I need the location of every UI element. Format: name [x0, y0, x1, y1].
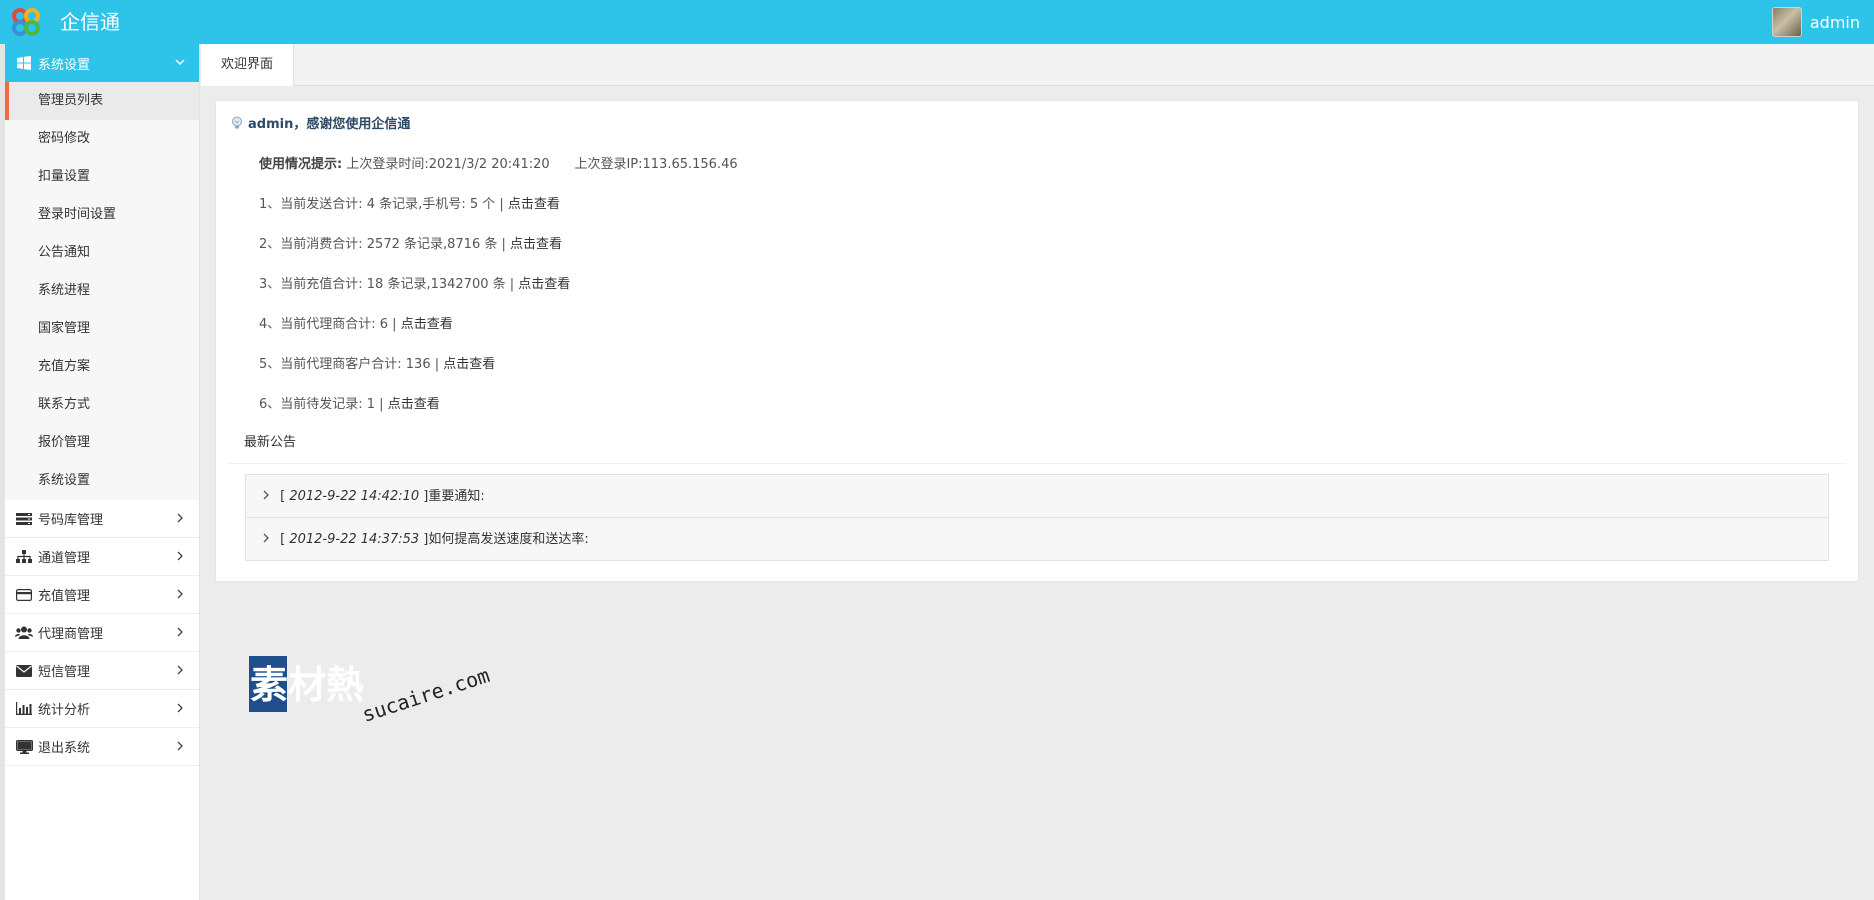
sidebar-group-sms[interactable]: 短信管理: [5, 652, 199, 690]
sidebar-group-logout[interactable]: 退出系统: [5, 728, 199, 766]
lightbulb-icon: [232, 116, 242, 128]
view-details-link[interactable]: 点击查看: [388, 397, 440, 412]
server-icon: [15, 512, 33, 526]
app-title: 企信通: [60, 10, 120, 34]
last-login-ip: 113.65.156.46: [642, 157, 738, 172]
announcement-date: 2012-9-22 14:42:10: [289, 489, 420, 504]
sidebar-item-contact[interactable]: 联系方式: [5, 386, 199, 424]
stat-text: 1、当前发送合计: 4 条记录,手机号: 5 个 |: [259, 197, 504, 212]
announcement-title: 如何提高发送速度和送达率:: [428, 532, 589, 547]
sidebar: 系统设置 管理员列表 密码修改 扣量设置 登录时间设置 公告通知 系统进程 国家…: [0, 44, 200, 900]
avatar[interactable]: [1771, 7, 1802, 37]
stat-text: 3、当前充值合计: 18 条记录,1342700 条 |: [259, 277, 515, 292]
sidebar-group-number-library[interactable]: 号码库管理: [5, 500, 199, 538]
sidebar-item-announcement[interactable]: 公告通知: [5, 234, 199, 272]
welcome-heading: admin，感谢您使用企信通: [230, 113, 410, 132]
chevron-right-icon: [175, 588, 185, 602]
announcement-item[interactable]: [ 2012-9-22 14:42:10 ]重要通知:: [246, 475, 1828, 518]
stat-text: 5、当前代理商客户合计: 136 |: [259, 357, 440, 372]
sidebar-item-system-settings[interactable]: 系统设置: [5, 462, 199, 500]
last-login-ip-label: 上次登录IP:: [574, 157, 643, 172]
user-name[interactable]: admin: [1810, 13, 1860, 32]
sitemap-icon: [15, 550, 33, 564]
latest-announcements-title: 最新公告: [228, 422, 1846, 464]
sidebar-item-process[interactable]: 系统进程: [5, 272, 199, 310]
watermark-en: sucaire.com: [359, 663, 492, 727]
stat-line: 2、当前消费合计: 2572 条记录,8716 条 | 点击查看: [259, 233, 562, 252]
stat-line: 3、当前充值合计: 18 条记录,1342700 条 | 点击查看: [259, 273, 570, 292]
chevron-right-icon: [175, 626, 185, 640]
last-login-time-label: 上次登录时间:: [346, 157, 429, 172]
users-icon: [15, 626, 33, 640]
sidebar-group-label: 通道管理: [38, 551, 91, 566]
sidebar-group-label: 短信管理: [38, 665, 91, 680]
sidebar-item-login-time[interactable]: 登录时间设置: [5, 196, 199, 234]
announcement-date: 2012-9-22 14:37:53: [289, 532, 420, 547]
chevron-right-icon: [175, 702, 185, 716]
sidebar-group-label: 退出系统: [38, 741, 91, 756]
chevron-right-icon: [262, 518, 276, 561]
sidebar-group-label: 充值管理: [38, 589, 91, 604]
sidebar-item-admin-list[interactable]: 管理员列表: [5, 82, 199, 120]
sidebar-group-agent[interactable]: 代理商管理: [5, 614, 199, 652]
sidebar-group-recharge[interactable]: 充值管理: [5, 576, 199, 614]
windows-icon: [15, 56, 33, 70]
credit-card-icon: [15, 588, 33, 602]
stat-line: 4、当前代理商合计: 6 | 点击查看: [259, 313, 453, 332]
chevron-right-icon: [262, 475, 276, 518]
view-details-link[interactable]: 点击查看: [508, 197, 560, 212]
tab-welcome[interactable]: 欢迎界面: [201, 44, 294, 86]
sidebar-group-label: 统计分析: [38, 703, 91, 718]
sidebar-group-system-settings[interactable]: 系统设置: [5, 44, 199, 82]
sidebar-group-label: 系统设置: [38, 57, 91, 73]
view-details-link[interactable]: 点击查看: [401, 317, 453, 332]
sidebar-group-channel[interactable]: 通道管理: [5, 538, 199, 576]
bar-chart-icon: [15, 702, 33, 716]
user-menu[interactable]: admin: [1771, 6, 1860, 38]
sidebar-item-quote[interactable]: 报价管理: [5, 424, 199, 462]
sidebar-group-statistics[interactable]: 统计分析: [5, 690, 199, 728]
monitor-icon: [15, 739, 33, 754]
announcement-list: [ 2012-9-22 14:42:10 ]重要通知: [ 2012-9-22 …: [245, 474, 1829, 561]
app-logo-icon: [12, 8, 40, 36]
sidebar-group-label: 号码库管理: [38, 513, 104, 528]
watermark-logo: 素材熱 sucaire.com: [249, 656, 493, 727]
sidebar-item-deduction[interactable]: 扣量设置: [5, 158, 199, 196]
view-details-link[interactable]: 点击查看: [518, 277, 570, 292]
chevron-right-icon: [175, 512, 185, 526]
view-details-link[interactable]: 点击查看: [510, 237, 562, 252]
stat-line: 5、当前代理商客户合计: 136 | 点击查看: [259, 353, 495, 372]
stat-line: 1、当前发送合计: 4 条记录,手机号: 5 个 | 点击查看: [259, 193, 560, 212]
tab-bar: 欢迎界面: [201, 44, 1874, 86]
stat-line: 6、当前待发记录: 1 | 点击查看: [259, 393, 440, 412]
envelope-icon: [15, 664, 33, 678]
chevron-right-icon: [175, 664, 185, 678]
top-header: 企信通 admin: [0, 0, 1874, 44]
announcement-title: 重要通知:: [428, 489, 485, 504]
sidebar-item-country[interactable]: 国家管理: [5, 310, 199, 348]
welcome-text: admin，感谢您使用企信通: [248, 117, 411, 132]
view-details-link[interactable]: 点击查看: [443, 357, 495, 372]
announcement-item[interactable]: [ 2012-9-22 14:37:53 ]如何提高发送速度和送达率:: [246, 518, 1828, 561]
last-login-time: 2021/3/2 20:41:20: [428, 157, 550, 172]
usage-label: 使用情况提示:: [259, 157, 343, 172]
stat-text: 6、当前待发记录: 1 |: [259, 397, 384, 412]
sidebar-item-password[interactable]: 密码修改: [5, 120, 199, 158]
chevron-down-icon: [175, 56, 185, 70]
usage-info: 使用情况提示: 上次登录时间:2021/3/2 20:41:20 上次登录IP:…: [259, 153, 738, 172]
stat-text: 2、当前消费合计: 2572 条记录,8716 条 |: [259, 237, 506, 252]
stat-text: 4、当前代理商合计: 6 |: [259, 317, 397, 332]
watermark-cn: 素材熱: [250, 663, 364, 707]
sidebar-group-label: 代理商管理: [38, 627, 104, 642]
sidebar-item-recharge-plan[interactable]: 充值方案: [5, 348, 199, 386]
chevron-right-icon: [175, 740, 185, 754]
chevron-right-icon: [175, 550, 185, 564]
